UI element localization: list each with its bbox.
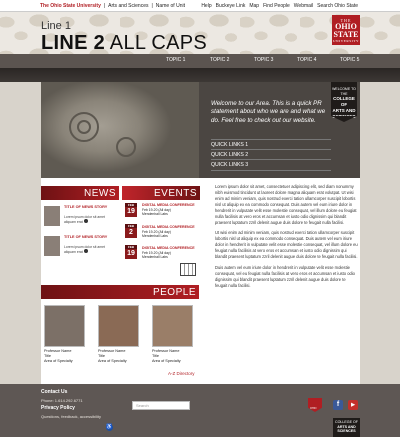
event-title[interactable]: DIGITAL MEDIA CONFERENCE (142, 225, 195, 229)
utility-links: Help Buckeye Link Map Find People Webmai… (201, 0, 358, 12)
body-paragraph: Lorem ipsum dolor sit amet, consectetuer… (215, 184, 357, 225)
topic-nav: TOPIC 1 TOPIC 2 TOPIC 3 TOPIC 4 TOPIC 5 (0, 54, 400, 68)
person-caption: Professor Name Title Area of Specialty (98, 349, 144, 364)
feedback-link[interactable]: Questions, feedback, accessibility (41, 414, 101, 419)
cal-day: 19 (127, 208, 135, 215)
header-line-2-rest: ALL CAPS (105, 32, 208, 54)
news-header: NEWS (41, 186, 119, 200)
accessibility-icon[interactable]: ♿ (106, 424, 113, 431)
map-link[interactable]: Map (249, 0, 259, 12)
contact-us-link[interactable]: Contact Us (41, 389, 67, 395)
news-thumbnail[interactable] (44, 206, 60, 226)
main-text-column: Lorem ipsum dolor sit amet, consectetuer… (215, 184, 358, 294)
more-icon[interactable] (83, 249, 88, 253)
breadcrumb-separator: | (151, 3, 153, 9)
person-area: Area of Specialty (44, 358, 73, 363)
hero-image (41, 82, 199, 178)
header-line-2: LINE 2 ALL CAPS (41, 32, 207, 55)
facebook-icon[interactable]: f (333, 400, 343, 410)
quick-link-1[interactable]: QUICK LINKS 1 (211, 139, 331, 148)
footer-phone: Phone: 1.614.292.6771 (41, 398, 83, 403)
cas-line1: COLLEGE OF (335, 420, 358, 424)
help-link[interactable]: Help (201, 0, 211, 12)
nav-topic-5[interactable]: TOPIC 5 (340, 57, 359, 63)
person-photo[interactable] (44, 305, 85, 347)
privacy-policy-link[interactable]: Privacy Policy (41, 405, 75, 411)
petroglyph-spiral-inner (77, 120, 91, 134)
event-title[interactable]: DIGITAL MEDIA CONFERENCE (142, 203, 195, 207)
header-line-1: Line 1 (41, 20, 71, 32)
events-list: FEB 19 DIGITAL MEDIA CONFERENCE Feb 19-20… (122, 200, 200, 278)
quick-link-3[interactable]: QUICK LINKS 3 (211, 159, 331, 171)
event-title[interactable]: DIGITAL MEDIA CONFERENCE (142, 246, 195, 250)
news-title[interactable]: TITLE OF NEWS STORY (64, 205, 114, 210)
news-body: Lorem ipsum dolor sit amet aliquam erat (64, 215, 114, 224)
ohio-label: OHIO (310, 407, 317, 410)
event-place: Mendenhall Labs (142, 212, 168, 217)
nav-topic-4[interactable]: TOPIC 4 (297, 57, 316, 63)
calendar-date-icon: FEB 19 (125, 203, 137, 217)
person-card[interactable]: Professor Name Title Area of Specialty (152, 305, 198, 364)
youtube-icon[interactable]: ▶ (348, 400, 358, 410)
osu-logo[interactable]: THE OHIO STATE UNIVERSITY (332, 15, 360, 45)
breadcrumb-separator: | (103, 3, 106, 9)
news-title[interactable]: TITLE OF NEWS STORY (64, 235, 114, 240)
college-badge[interactable]: WELCOME TO THE COLLEGE OF ARTS AND SCIEN… (331, 82, 357, 122)
breadcrumb-arts-link[interactable]: Arts and Sciences (108, 0, 148, 12)
breadcrumb-unit-link[interactable]: Name of Unit (156, 0, 185, 12)
calendar-icon[interactable] (180, 263, 196, 276)
webmail-link[interactable]: Webmail (294, 0, 313, 12)
promo-statement: Welcome to our Area. This is a quick PR … (211, 100, 326, 124)
event-details: Feb 19-20 (All day) Mendenhall Labs (142, 251, 171, 260)
event-details: Feb 19-20 (All day) Mendenhall Labs (142, 208, 171, 217)
header-line-2-bold: LINE 2 (41, 32, 106, 54)
event-place: Mendenhall Labs (142, 255, 168, 260)
news-thumbnail[interactable] (44, 236, 60, 256)
buckeye-link[interactable]: Buckeye Link (216, 0, 246, 12)
logo-ohio-state: OHIO STATE (333, 22, 359, 39)
az-directory-link[interactable]: A-Z Directory (168, 371, 195, 376)
body-paragraph: Ut wisi enim ad minim veniam, quis nostr… (215, 230, 358, 260)
breadcrumb-osu-link[interactable]: The Ohio State University (40, 0, 101, 12)
person-caption: Professor Name Title Area of Specialty (152, 349, 198, 364)
cal-day: 19 (127, 250, 135, 257)
person-photo[interactable] (98, 305, 139, 347)
calendar-date-icon: FEB 2 (125, 224, 137, 238)
nav-topic-2[interactable]: TOPIC 2 (210, 57, 229, 63)
person-area: Area of Specialty (98, 358, 127, 363)
event-place: Mendenhall Labs (142, 234, 168, 239)
badge-tip (331, 116, 357, 122)
quick-link-2[interactable]: QUICK LINKS 2 (211, 149, 331, 158)
person-caption: Professor Name Title Area of Specialty (44, 349, 90, 364)
nav-topic-1[interactable]: TOPIC 1 (166, 57, 185, 63)
college-logo[interactable]: COLLEGE OF ARTS AND SCIENCES (333, 418, 360, 437)
person-card[interactable]: Professor Name Title Area of Specialty (98, 305, 144, 364)
person-photo[interactable] (152, 305, 193, 347)
person-card[interactable]: Professor Name Title Area of Specialty (44, 305, 90, 364)
person-area: Area of Specialty (152, 358, 181, 363)
cal-day: 2 (129, 229, 133, 236)
top-utility-bar: The Ohio State University | Arts and Sci… (0, 0, 400, 12)
calendar-date-icon: FEB 19 (125, 245, 137, 259)
logo-university: UNIVERSITY (333, 39, 359, 43)
news-body: Lorem ipsum dolor sit amet aliquam erat (64, 245, 114, 254)
header-dark-band (0, 68, 400, 82)
events-header: EVENTS (122, 186, 200, 200)
search-input[interactable]: Search (132, 401, 190, 410)
news-list: TITLE OF NEWS STORY Lorem ipsum dolor si… (41, 200, 119, 278)
more-icon[interactable] (83, 219, 88, 223)
find-people-link[interactable]: Find People (263, 0, 290, 12)
event-details: Feb 19-20 (All day) Mendenhall Labs (142, 230, 171, 239)
search-osu-link[interactable]: Search Ohio State (317, 0, 358, 12)
badge-welcome: WELCOME TO THE (332, 87, 356, 96)
nav-topic-3[interactable]: TOPIC 3 (254, 57, 273, 63)
body-paragraph: Duis autem vel eum iriure dolor in hendr… (215, 265, 355, 288)
petroglyph-spiral (116, 137, 136, 157)
people-header: PEOPLE (41, 285, 199, 299)
breadcrumb: The Ohio State University | Arts and Sci… (40, 0, 185, 12)
cas-line2: ARTS AND SCIENCES (337, 424, 356, 434)
badge-college: COLLEGE OF (333, 96, 355, 107)
